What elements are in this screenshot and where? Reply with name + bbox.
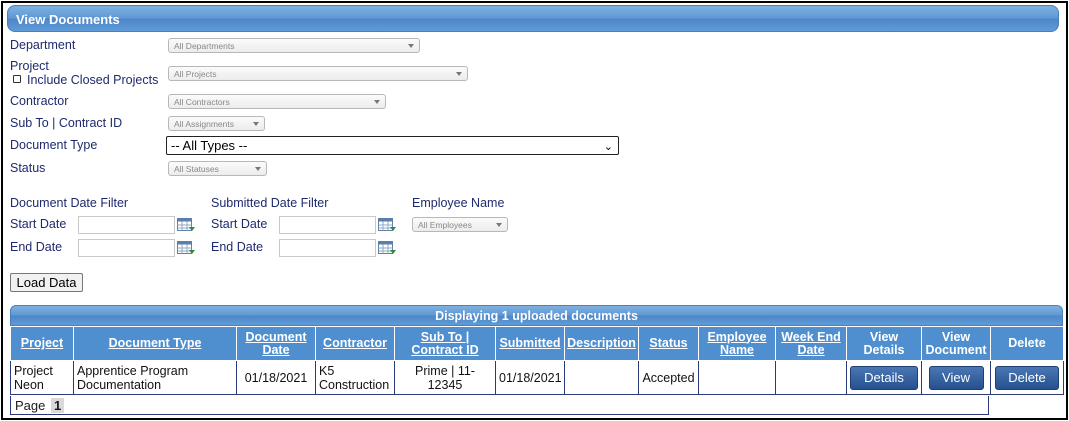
department-select[interactable]: All Departments: [168, 38, 420, 53]
pager: Page 1: [10, 396, 989, 415]
cell-status: Accepted: [638, 360, 699, 395]
cell-submitted: 01/18/2021: [495, 360, 565, 395]
table-header-row: Project Document Type Document Date Cont…: [10, 326, 1064, 361]
employee-select-value: All Employees: [418, 220, 472, 230]
sub-to-select-value: All Assignments: [174, 119, 234, 129]
document-type-select-value: -- All Types --: [171, 138, 248, 153]
document-end-date-input[interactable]: [78, 239, 175, 257]
column-header-view-details: View Details: [846, 326, 922, 361]
document-type-label: Document Type: [10, 138, 98, 152]
submitted-start-date-input[interactable]: [279, 216, 376, 234]
cell-project: Project Neon: [10, 360, 74, 395]
column-header-week-end-date[interactable]: Week End Date: [775, 326, 847, 361]
column-header-employee-name[interactable]: Employee Name: [698, 326, 776, 361]
employee-name-label: Employee Name: [412, 196, 505, 210]
submitted-end-date-label: End Date: [211, 240, 264, 254]
column-header-submitted[interactable]: Submitted: [495, 326, 565, 361]
cell-sub-to: Prime | 11-12345: [394, 360, 496, 395]
status-select-value: All Statuses: [174, 164, 219, 174]
document-type-select[interactable]: -- All Types -- ⌄: [166, 136, 619, 155]
column-header-document-type[interactable]: Document Type: [73, 326, 237, 361]
calendar-icon[interactable]: [177, 218, 195, 233]
document-start-date-label: Start Date: [10, 217, 67, 231]
details-button[interactable]: Details: [850, 365, 918, 390]
employee-select[interactable]: All Employees: [412, 217, 508, 232]
delete-button[interactable]: Delete: [995, 365, 1059, 390]
cell-document-date: 01/18/2021: [236, 360, 316, 395]
contractor-select-value: All Contractors: [174, 97, 230, 107]
chevron-down-icon: [253, 122, 259, 126]
calendar-icon[interactable]: [378, 241, 396, 256]
view-button[interactable]: View: [928, 365, 984, 390]
column-header-status[interactable]: Status: [638, 326, 699, 361]
include-closed-checkbox[interactable]: [13, 75, 21, 83]
cell-view-document: View: [921, 360, 991, 395]
calendar-icon[interactable]: [378, 218, 396, 233]
contractor-select[interactable]: All Contractors: [168, 94, 386, 109]
project-select-value: All Projects: [174, 69, 217, 79]
column-header-delete: Delete: [990, 326, 1064, 361]
project-select[interactable]: All Projects: [168, 66, 468, 81]
page-title: View Documents: [7, 5, 1059, 32]
document-date-filter-title: Document Date Filter: [10, 196, 129, 210]
column-header-document-date[interactable]: Document Date: [236, 326, 316, 361]
cell-description: [564, 360, 639, 395]
column-header-contractor[interactable]: Contractor: [315, 326, 395, 361]
department-select-value: All Departments: [174, 41, 235, 51]
cell-week-end-date: [775, 360, 847, 395]
chevron-down-icon: [374, 100, 380, 104]
column-header-project[interactable]: Project: [10, 326, 74, 361]
chevron-down-icon: [408, 44, 414, 48]
status-label: Status: [10, 161, 46, 175]
table-row: Project Neon Apprentice Program Document…: [10, 360, 1064, 395]
cell-employee-name: [698, 360, 776, 395]
cell-delete: Delete: [990, 360, 1064, 395]
chevron-down-icon: [456, 72, 462, 76]
sub-to-select[interactable]: All Assignments: [168, 116, 265, 131]
contractor-label: Contractor: [10, 94, 69, 108]
cell-contractor: K5 Construction: [315, 360, 395, 395]
document-start-date-input[interactable]: [78, 216, 175, 234]
page-number-current[interactable]: 1: [51, 398, 65, 413]
chevron-down-icon: [496, 223, 502, 227]
column-header-description[interactable]: Description: [564, 326, 639, 361]
chevron-down-icon: [255, 167, 261, 171]
department-label: Department: [10, 38, 76, 52]
grid-title: Displaying 1 uploaded documents: [10, 305, 1063, 326]
documents-table: Project Document Type Document Date Cont…: [10, 326, 1064, 395]
status-select[interactable]: All Statuses: [168, 161, 267, 176]
cell-document-type: Apprentice Program Documentation: [73, 360, 237, 395]
column-header-view-document: View Document: [921, 326, 991, 361]
include-closed-label: Include Closed Projects: [27, 73, 159, 87]
sub-to-label: Sub To | Contract ID: [10, 116, 123, 130]
submitted-end-date-input[interactable]: [279, 239, 376, 257]
load-data-button[interactable]: Load Data: [10, 273, 83, 292]
project-label: Project: [10, 59, 49, 73]
calendar-icon[interactable]: [177, 241, 195, 256]
submitted-start-date-label: Start Date: [211, 217, 268, 231]
chevron-down-icon: ⌄: [603, 141, 613, 153]
column-header-sub-to[interactable]: Sub To | Contract ID: [394, 326, 496, 361]
cell-view-details: Details: [846, 360, 922, 395]
pager-label: Page: [15, 398, 46, 413]
document-end-date-label: End Date: [10, 240, 63, 254]
submitted-date-filter-title: Submitted Date Filter: [211, 196, 329, 210]
